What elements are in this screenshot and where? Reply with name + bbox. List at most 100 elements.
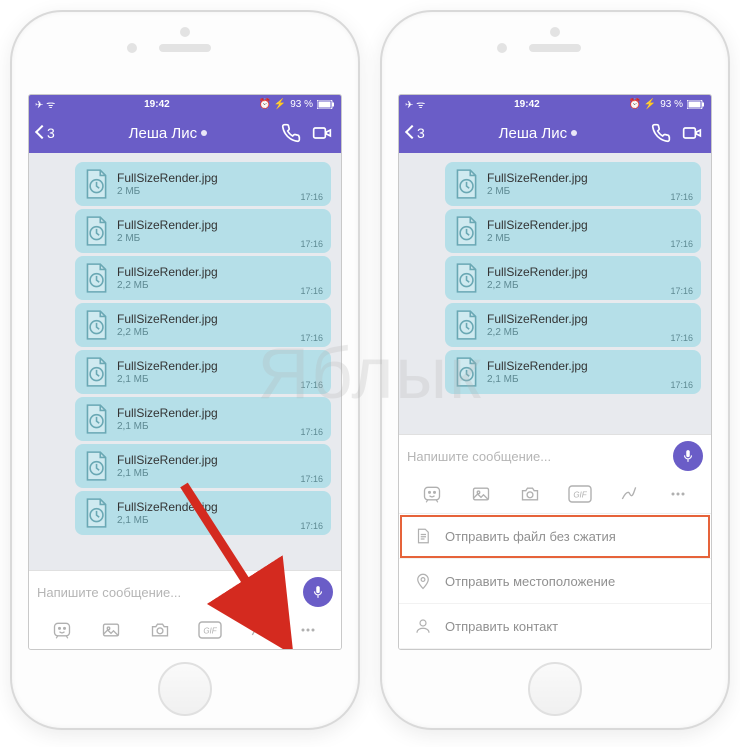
message-time: 17:16 — [300, 474, 323, 484]
message-input[interactable]: Напишите сообщение... — [407, 445, 665, 468]
file-size: 2,2 МБ — [487, 280, 693, 291]
message-bubble[interactable]: FullSizeRender.jpg2,2 МБ17:16 — [445, 256, 701, 300]
message-time: 17:16 — [300, 427, 323, 437]
sticker-icon[interactable] — [50, 619, 74, 641]
voice-call-icon[interactable] — [651, 123, 671, 143]
status-bar: ✈ ᯤ 19:42 ⏰ ⚡ 93 % — [399, 95, 711, 113]
chevron-left-icon — [37, 124, 47, 142]
file-name: FullSizeRender.jpg — [117, 453, 323, 467]
file-name: FullSizeRender.jpg — [117, 265, 323, 279]
message-input[interactable]: Напишите сообщение... — [37, 581, 295, 604]
home-button[interactable] — [158, 662, 212, 716]
screen-right: ✈ ᯤ 19:42 ⏰ ⚡ 93 % 3 Леша Лис Ful — [398, 94, 712, 650]
menu-send-location[interactable]: Отправить местоположение — [399, 559, 711, 604]
menu-send-contact[interactable]: Отправить контакт — [399, 604, 711, 649]
message-bubble[interactable]: FullSizeRender.jpg2,1 МБ17:16 — [75, 444, 331, 488]
message-bubble[interactable]: FullSizeRender.jpg2,1 МБ17:16 — [445, 350, 701, 394]
menu-send-file[interactable]: Отправить файл без сжатия — [399, 514, 711, 559]
status-time: 19:42 — [514, 99, 540, 110]
screen-left: ✈ ᯤ 19:42 ⏰ ⚡ 93 % 3 Леша Лис — [28, 94, 342, 650]
status-bar: ✈ ᯤ 19:42 ⏰ ⚡ 93 % — [29, 95, 341, 113]
chat-title-text: Леша Лис — [129, 125, 197, 142]
more-icon[interactable] — [296, 619, 320, 641]
message-bubble[interactable]: FullSizeRender.jpg2,1 МБ17:16 — [75, 350, 331, 394]
camera-icon[interactable] — [148, 619, 172, 641]
file-info: FullSizeRender.jpg2,1 МБ — [117, 453, 323, 479]
phone-left: ✈ ᯤ 19:42 ⏰ ⚡ 93 % 3 Леша Лис — [10, 10, 360, 730]
message-bubble[interactable]: FullSizeRender.jpg2 МБ17:16 — [75, 209, 331, 253]
message-bubble[interactable]: FullSizeRender.jpg2,2 МБ17:16 — [75, 303, 331, 347]
file-info: FullSizeRender.jpg2,2 МБ — [117, 312, 323, 338]
video-call-icon[interactable] — [681, 123, 703, 143]
airplane-icon: ✈ ᯤ — [405, 97, 425, 111]
mic-button[interactable] — [673, 441, 703, 471]
sticker-icon[interactable] — [420, 483, 444, 505]
alarm-icon: ⏰ ⚡ — [259, 99, 287, 110]
file-size: 2,1 МБ — [117, 421, 323, 432]
message-bubble[interactable]: FullSizeRender.jpg2,1 МБ17:16 — [75, 397, 331, 441]
document-icon — [453, 215, 479, 247]
file-name: FullSizeRender.jpg — [117, 359, 323, 373]
gallery-icon[interactable] — [99, 619, 123, 641]
back-count: 3 — [417, 125, 425, 141]
status-right: ⏰ ⚡ 93 % — [629, 99, 705, 110]
file-icon — [413, 526, 433, 546]
gallery-icon[interactable] — [469, 483, 493, 505]
message-time: 17:16 — [300, 286, 323, 296]
camera-icon[interactable] — [518, 483, 542, 505]
gif-icon[interactable]: GIF — [568, 483, 592, 505]
location-pin-icon — [413, 571, 433, 591]
message-bubble[interactable]: FullSizeRender.jpg2,1 МБ17:16 — [75, 491, 331, 535]
document-icon — [83, 168, 109, 200]
chat-area[interactable]: FullSizeRender.jpg2 МБ17:16FullSizeRende… — [29, 153, 341, 570]
contact-icon — [413, 616, 433, 636]
gif-icon[interactable]: GIF — [198, 619, 222, 641]
more-icon[interactable] — [666, 483, 690, 505]
document-icon — [83, 497, 109, 529]
file-size: 2,2 МБ — [117, 280, 323, 291]
online-indicator-icon — [201, 130, 207, 136]
mic-button[interactable] — [303, 577, 333, 607]
file-name: FullSizeRender.jpg — [487, 312, 693, 326]
file-size: 2 МБ — [117, 186, 323, 197]
battery-text: 93 % — [660, 99, 683, 110]
svg-text:GIF: GIF — [203, 627, 217, 636]
file-name: FullSizeRender.jpg — [487, 218, 693, 232]
doodle-icon[interactable] — [617, 483, 641, 505]
back-button[interactable]: 3 — [407, 124, 425, 142]
composer: Напишите сообщение... GIF — [399, 434, 711, 649]
home-button[interactable] — [528, 662, 582, 716]
voice-call-icon[interactable] — [281, 123, 301, 143]
message-bubble[interactable]: FullSizeRender.jpg2 МБ17:16 — [445, 162, 701, 206]
file-name: FullSizeRender.jpg — [117, 406, 323, 420]
message-bubble[interactable]: FullSizeRender.jpg2 МБ17:16 — [445, 209, 701, 253]
phone-right: ✈ ᯤ 19:42 ⏰ ⚡ 93 % 3 Леша Лис Ful — [380, 10, 730, 730]
file-info: FullSizeRender.jpg2,2 МБ — [117, 265, 323, 291]
nav-bar: 3 Леша Лис — [399, 113, 711, 153]
chat-title[interactable]: Леша Лис — [61, 125, 275, 142]
message-bubble[interactable]: FullSizeRender.jpg2 МБ17:16 — [75, 162, 331, 206]
document-icon — [83, 403, 109, 435]
file-name: FullSizeRender.jpg — [117, 218, 323, 232]
message-time: 17:16 — [670, 239, 693, 249]
message-time: 17:16 — [670, 286, 693, 296]
nav-bar: 3 Леша Лис — [29, 113, 341, 153]
video-call-icon[interactable] — [311, 123, 333, 143]
chat-title[interactable]: Леша Лис — [431, 125, 645, 142]
chat-area[interactable]: FullSizeRender.jpg2 МБ17:16FullSizeRende… — [399, 153, 711, 434]
message-time: 17:16 — [300, 239, 323, 249]
file-info: FullSizeRender.jpg2,2 МБ — [487, 265, 693, 291]
file-name: FullSizeRender.jpg — [487, 171, 693, 185]
menu-send-contact-label: Отправить контакт — [445, 619, 558, 634]
file-name: FullSizeRender.jpg — [487, 265, 693, 279]
message-bubble[interactable]: FullSizeRender.jpg2,2 МБ17:16 — [445, 303, 701, 347]
message-bubble[interactable]: FullSizeRender.jpg2,2 МБ17:16 — [75, 256, 331, 300]
file-info: FullSizeRender.jpg2,1 МБ — [487, 359, 693, 385]
doodle-icon[interactable] — [247, 619, 271, 641]
file-info: FullSizeRender.jpg2 МБ — [117, 218, 323, 244]
file-size: 2,1 МБ — [117, 515, 323, 526]
document-icon — [453, 262, 479, 294]
battery-text: 93 % — [290, 99, 313, 110]
back-count: 3 — [47, 125, 55, 141]
back-button[interactable]: 3 — [37, 124, 55, 142]
